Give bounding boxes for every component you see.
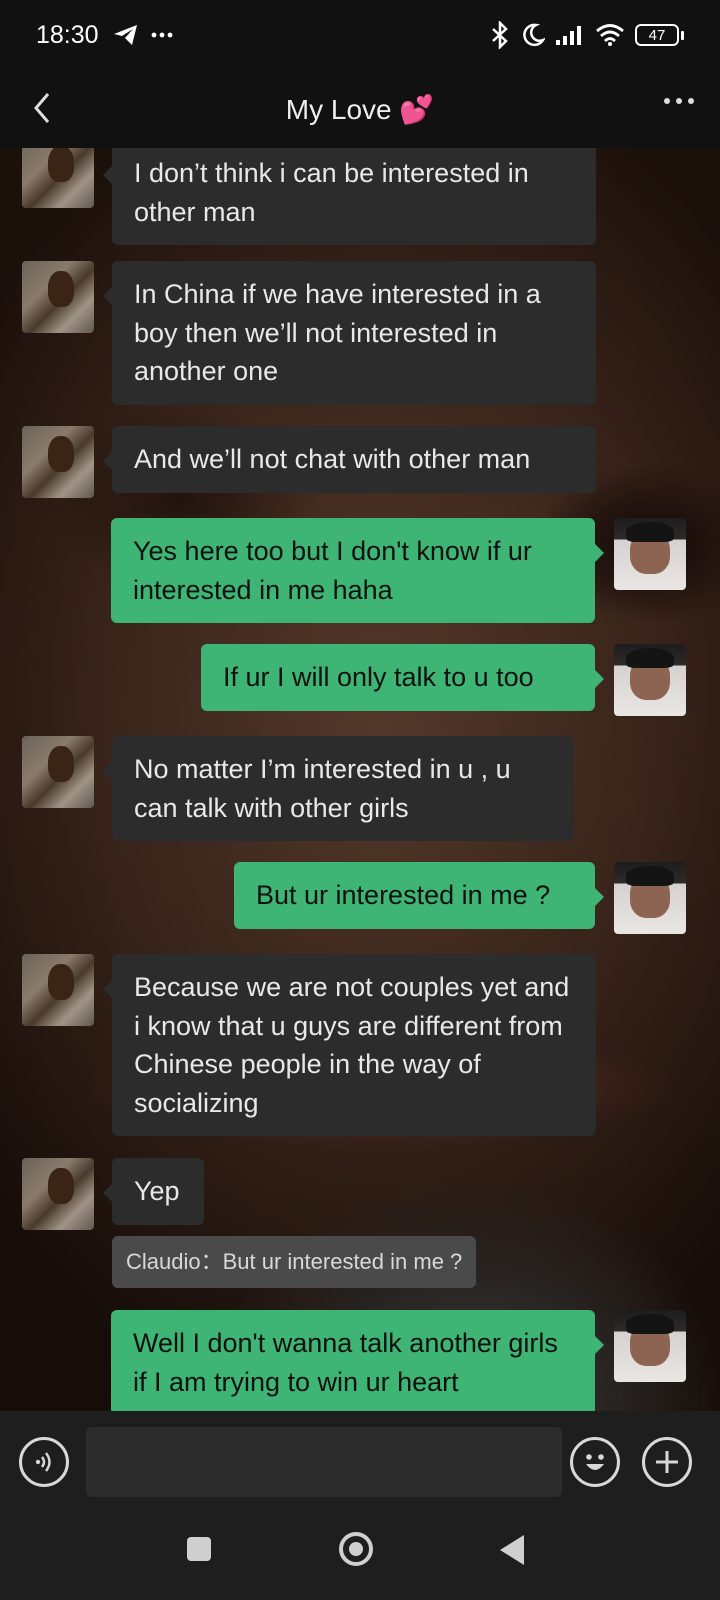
more-icon	[151, 32, 172, 38]
plus-icon	[656, 1451, 678, 1473]
contact-avatar[interactable]	[22, 148, 94, 208]
quoted-reply[interactable]: Claudio：But ur interested in me ?	[112, 1236, 477, 1288]
message-list[interactable]: I don’t think i can be interested in oth…	[0, 148, 720, 1411]
contact-avatar[interactable]	[22, 1158, 94, 1230]
my-avatar[interactable]	[614, 862, 686, 934]
incoming-message-bubble[interactable]: No matter I’m interested in u , u can ta…	[103, 736, 574, 841]
chat-title: My Love 💕	[285, 93, 435, 125]
contact-avatar[interactable]	[22, 426, 94, 498]
signal-icon	[556, 26, 581, 45]
battery-icon: 47	[635, 24, 684, 46]
incoming-message-bubble[interactable]: In China if we have interested in a boy …	[103, 261, 596, 405]
incoming-message-bubble[interactable]: I don’t think i can be interested in oth…	[103, 148, 596, 245]
incoming-message-bubble[interactable]: Because we are not couples yet and i kno…	[103, 954, 596, 1136]
emoji-button[interactable]	[570, 1437, 620, 1487]
incoming-message-bubble[interactable]: And we’ll not chat with other man	[103, 426, 596, 493]
system-navigation-bar	[0, 1521, 720, 1600]
my-avatar[interactable]	[614, 644, 686, 716]
message-input-bar	[0, 1411, 720, 1521]
incoming-message-bubble[interactable]: Yep	[103, 1158, 204, 1225]
contact-avatar[interactable]	[22, 954, 94, 1026]
emoji-icon	[586, 1454, 604, 1470]
home-button[interactable]	[339, 1532, 373, 1566]
moon-icon	[523, 23, 545, 47]
outgoing-message-bubble[interactable]: Yes here too but I don't know if ur inte…	[111, 518, 604, 623]
recent-apps-button[interactable]	[187, 1537, 211, 1561]
battery-level: 47	[635, 24, 679, 46]
add-attachment-button[interactable]	[642, 1437, 692, 1487]
message-input[interactable]	[86, 1427, 562, 1497]
my-avatar[interactable]	[614, 518, 686, 590]
outgoing-message-bubble[interactable]: But ur interested in me ?	[234, 862, 604, 929]
status-bar: 18:30 47	[0, 0, 720, 70]
status-time: 18:30	[36, 20, 99, 49]
contact-avatar[interactable]	[22, 736, 94, 808]
bluetooth-icon	[492, 21, 508, 49]
my-avatar[interactable]	[614, 1310, 686, 1382]
more-options-icon[interactable]	[664, 98, 694, 104]
back-arrow-icon[interactable]	[24, 88, 64, 128]
wifi-icon	[596, 24, 624, 46]
telegram-icon	[113, 25, 137, 45]
back-button[interactable]	[500, 1535, 524, 1565]
chat-header: My Love 💕	[0, 70, 720, 148]
contact-avatar[interactable]	[22, 261, 94, 333]
voice-icon	[35, 1452, 51, 1472]
outgoing-message-bubble[interactable]: If ur I will only talk to u too	[201, 644, 604, 711]
outgoing-message-bubble[interactable]: Well I don't wanna talk another girls if…	[111, 1310, 604, 1411]
voice-input-button[interactable]	[19, 1437, 69, 1487]
